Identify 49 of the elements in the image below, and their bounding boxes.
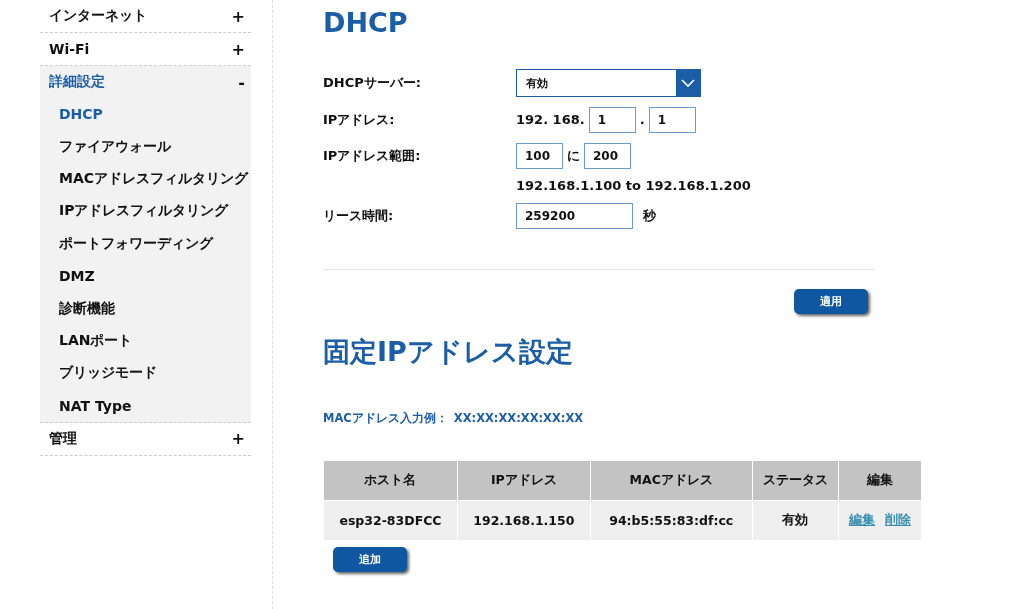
hint-label: MACアドレス入力例： <box>323 411 448 426</box>
input-field[interactable]: 259200 <box>516 202 633 229</box>
table-cell: 192.168.1.150 <box>457 501 590 540</box>
toggle-sign[interactable]: - <box>238 72 245 92</box>
sidebar-item[interactable]: インターネット <box>49 7 147 25</box>
sidebar-subitem[interactable]: NAT Type <box>59 397 132 414</box>
input-field[interactable]: 100 <box>516 142 563 169</box>
sidebar-subitem[interactable]: DHCP <box>59 106 103 123</box>
apply-button[interactable]: 適用 <box>794 289 868 314</box>
unit-label: 秒 <box>643 206 656 225</box>
dot-separator: . <box>639 112 645 127</box>
add-button[interactable]: 追加 <box>333 547 407 572</box>
sidebar-subitem[interactable]: DMZ <box>59 268 95 285</box>
sidebar-subitem[interactable]: 診断機能 <box>59 299 115 318</box>
hint-value: XX:XX:XX:XX:XX:XX <box>453 411 584 426</box>
sidebar-subitem[interactable]: ポートフォワーディング <box>59 234 213 253</box>
sidebar-subitem[interactable]: LANポート <box>59 331 133 350</box>
column-header: MACアドレス <box>590 461 752 500</box>
sidebar-item[interactable]: Wi-Fi <box>49 41 90 57</box>
table-cell: 有効 <box>752 501 839 540</box>
page-title: DHCP <box>323 6 409 40</box>
sidebar-subitem[interactable]: IPアドレスフィルタリング <box>59 202 229 221</box>
sidebar-item[interactable]: 詳細設定 <box>49 73 105 91</box>
dropdown[interactable]: 有効 <box>516 69 701 97</box>
input-field[interactable]: 1 <box>648 106 696 133</box>
table-cell: 94:b5:55:83:df:cc <box>590 501 752 540</box>
sidebar-subitem[interactable]: MACアドレスフィルタリング <box>59 169 249 188</box>
range-joiner: に <box>567 146 580 165</box>
range-summary: 192.168.1.100 to 192.168.1.200 <box>516 178 751 193</box>
column-header: 編集 <box>839 461 921 500</box>
column-header: ステータス <box>752 461 839 500</box>
section-title: 固定IPアドレス設定 <box>323 335 574 369</box>
input-field[interactable]: 1 <box>588 106 636 133</box>
sidebar-subitem[interactable]: ファイアウォール <box>59 137 171 156</box>
toggle-sign[interactable]: + <box>231 429 245 449</box>
input-field[interactable]: 200 <box>584 142 631 169</box>
toggle-sign[interactable]: + <box>231 6 245 26</box>
sidebar-subitem[interactable]: ブリッジモード <box>59 364 157 383</box>
column-header: ホスト名 <box>324 461 457 500</box>
ip-prefix: 192. 168. <box>516 112 585 127</box>
field-label: IPアドレス: <box>323 110 396 129</box>
sidebar-item[interactable]: 管理 <box>49 429 77 448</box>
column-header: IPアドレス <box>457 461 590 500</box>
field-label: DHCPサーバー: <box>323 74 422 92</box>
toggle-sign[interactable]: + <box>231 39 245 59</box>
field-label: リース時間: <box>323 206 395 225</box>
table-cell: esp32-83DFCC <box>324 501 457 540</box>
field-label: IPアドレス範囲: <box>323 146 422 165</box>
chevron-down-icon <box>681 78 695 88</box>
